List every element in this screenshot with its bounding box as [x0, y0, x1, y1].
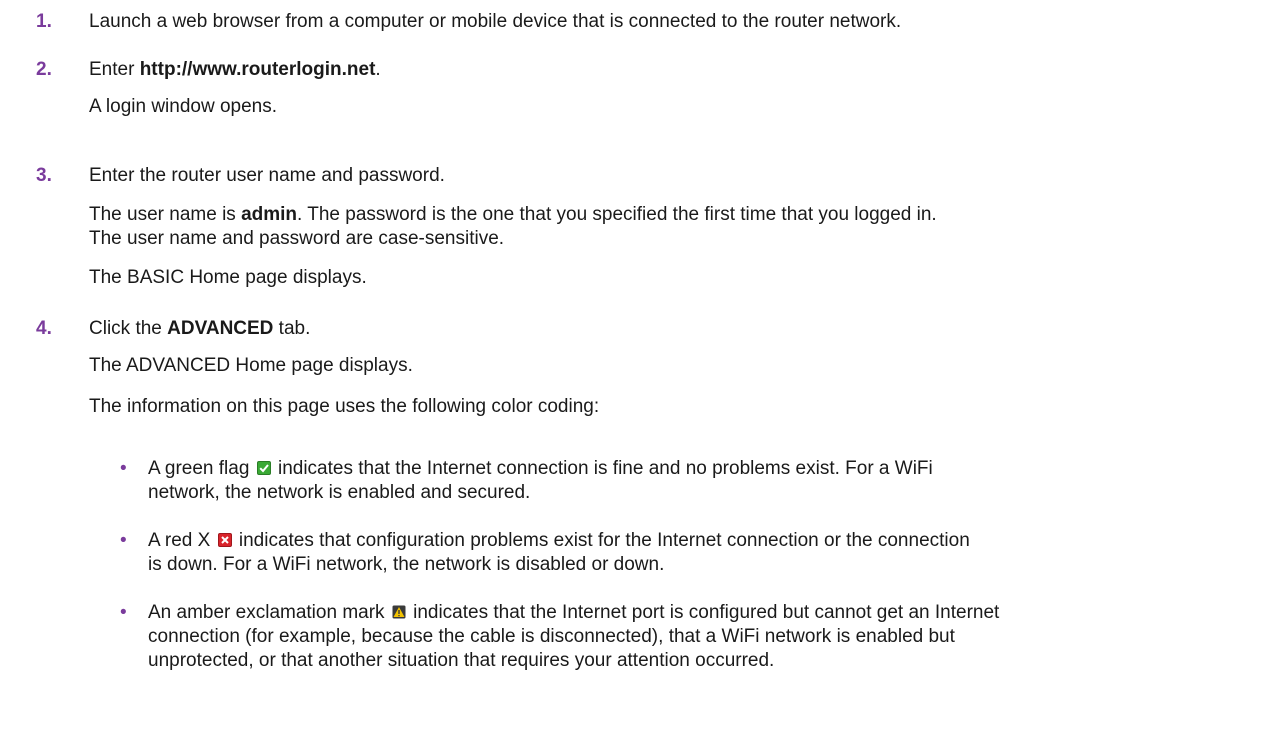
bullet-3-post: indicates that the Internet port is conf…: [407, 602, 1000, 623]
step-4-prefix: Click the: [89, 318, 168, 339]
step-4-result: The ADVANCED Home page displays.: [89, 355, 413, 376]
step-2-prefix: Enter: [89, 59, 140, 80]
bullet-3-pre: An amber exclamation mark: [148, 602, 390, 623]
bullet-1-post: indicates that the Internet connection i…: [272, 458, 933, 479]
green-flag-icon: [256, 461, 271, 475]
step-1-number: 1.: [36, 11, 52, 32]
bullet-3-line-1: An amber exclamation mark indicates that…: [148, 601, 999, 625]
red-x-icon: [217, 533, 232, 547]
step-3-result: The BASIC Home page displays.: [89, 267, 367, 288]
step-3-number: 3.: [36, 165, 52, 186]
step-3-detail-prefix: The user name is: [89, 204, 242, 225]
step-3-detail-line-2: The user name and password are case-sens…: [89, 228, 505, 249]
step-4-number: 4.: [36, 318, 52, 339]
admin-username: admin: [241, 204, 298, 225]
step-4-text: Click the ADVANCED tab.: [89, 317, 310, 341]
step-2-suffix: .: [375, 59, 381, 80]
step-4-suffix: tab.: [273, 318, 311, 339]
router-login-url: http://www.routerlogin.net: [139, 59, 376, 80]
bullet-3-line-3: unprotected, or that another situation t…: [148, 650, 775, 671]
step-3-detail-suffix: . The password is the one that you speci…: [297, 204, 937, 225]
bullet-1-pre: A green flag: [148, 458, 255, 479]
step-2-text: Enter http://www.routerlogin.net.: [89, 58, 381, 82]
step-2-number: 2.: [36, 59, 52, 80]
step-4-intro: The information on this page uses the fo…: [89, 396, 600, 417]
bullet-1-marker: •: [120, 458, 127, 479]
bullet-1-line-1: A green flag indicates that the Internet…: [148, 457, 933, 481]
bullet-3-line-2: connection (for example, because the cab…: [148, 626, 955, 647]
bullet-2-post: indicates that configuration problems ex…: [233, 530, 970, 551]
step-3-text: Enter the router user name and password.: [89, 165, 445, 186]
step-1-text: Launch a web browser from a computer or …: [89, 11, 902, 32]
bullet-1-line-2: network, the network is enabled and secu…: [148, 482, 531, 503]
bullet-2-marker: •: [120, 530, 127, 551]
document-page: 1. Launch a web browser from a computer …: [0, 0, 1270, 755]
bullet-3-marker: •: [120, 602, 127, 623]
step-3-detail-line-1: The user name is admin. The password is …: [89, 203, 937, 227]
advanced-tab-label: ADVANCED: [167, 318, 274, 339]
step-2-result: A login window opens.: [89, 96, 278, 117]
bullet-2-line-2: is down. For a WiFi network, the network…: [148, 554, 665, 575]
bullet-2-line-1: A red X indicates that configuration pro…: [148, 529, 970, 553]
amber-exclamation-icon: [392, 605, 406, 619]
bullet-2-pre: A red X: [148, 530, 216, 551]
